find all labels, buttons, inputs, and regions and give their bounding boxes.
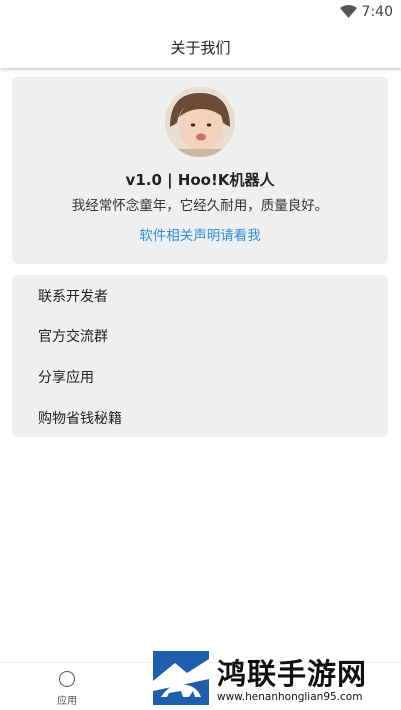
page-title: 关于我们 [170, 39, 231, 57]
menu-item-contact-developer[interactable]: 联系开发者 [12, 275, 388, 315]
avatar-photo [165, 87, 235, 157]
nav-label: 应用 [57, 696, 77, 707]
watermark: 鸿联手游网 www.henanhonglian95.com [153, 651, 397, 705]
avatar [165, 87, 235, 157]
menu-item-share-app[interactable]: 分享应用 [12, 356, 388, 396]
menu-item-label: 联系开发者 [38, 289, 108, 305]
circle-icon [59, 671, 75, 687]
menu-item-official-group[interactable]: 官方交流群 [12, 315, 388, 355]
watermark-title: 鸿联手游网 [217, 657, 368, 691]
menu-item-shopping-tips[interactable]: 购物省钱秘籍 [12, 397, 388, 437]
app-bar: 关于我们 [0, 24, 401, 68]
menu-item-label: 分享应用 [38, 370, 94, 386]
status-time: 7:40 [361, 4, 393, 20]
nav-item-apps[interactable]: 应用 [42, 669, 92, 709]
watermark-url: www.henanhonglian95.com [217, 691, 363, 703]
menu-item-label: 购物省钱秘籍 [38, 411, 122, 427]
statement-link[interactable]: 软件相关声明请看我 [12, 224, 388, 244]
version-text: v1.0 | Hoo!K机器人 [125, 171, 275, 189]
menu-item-label: 官方交流群 [38, 329, 108, 345]
wifi-icon [340, 5, 357, 18]
watermark-logo-icon [153, 651, 209, 705]
about-card: v1.0 | Hoo!K机器人 我经常怀念童年，它经久耐用，质量良好。 软件相关… [12, 77, 388, 264]
content-area: v1.0 | Hoo!K机器人 我经常怀念童年，它经久耐用，质量良好。 软件相关… [0, 68, 401, 662]
slogan-text: 我经常怀念童年，它经久耐用，质量良好。 [71, 198, 329, 214]
status-bar: 7:40 [0, 0, 401, 24]
menu-card: 联系开发者 官方交流群 分享应用 购物省钱秘籍 [12, 275, 388, 437]
